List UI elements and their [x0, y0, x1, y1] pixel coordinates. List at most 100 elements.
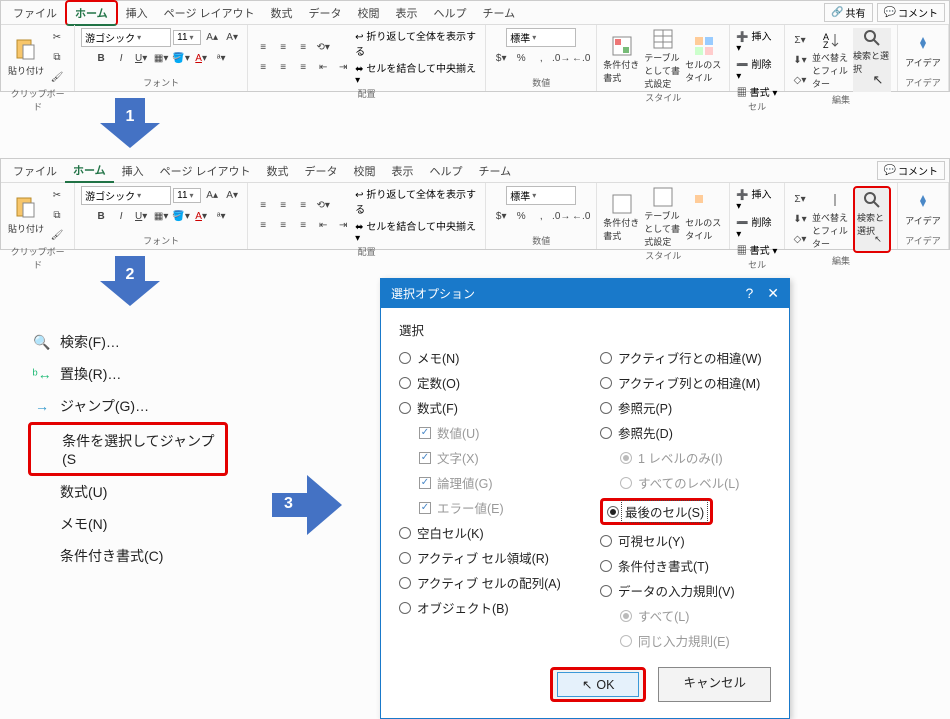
orientation-button[interactable]: ⟲▾	[314, 38, 332, 56]
pct2[interactable]: %	[512, 207, 530, 225]
tab-view[interactable]: 表示	[388, 2, 426, 24]
menu-goto-special[interactable]: 条件を選択してジャンプ(S	[28, 422, 228, 476]
border-2[interactable]: ▦▾	[152, 207, 170, 225]
com2[interactable]: ,	[532, 207, 550, 225]
tab-data-2[interactable]: データ	[297, 160, 346, 182]
cancel-button[interactable]: キャンセル	[658, 667, 771, 702]
indent-inc-button[interactable]: ⇥	[334, 58, 352, 76]
tab-team-2[interactable]: チーム	[471, 160, 520, 182]
ok-button[interactable]: ↖ OK	[557, 672, 640, 697]
percent-button[interactable]: %	[512, 49, 530, 67]
comma-button[interactable]: ,	[532, 49, 550, 67]
comment-button-2[interactable]: 💬 コメント	[877, 161, 945, 180]
phonetic-button[interactable]: ᵃ▾	[212, 49, 230, 67]
cur2[interactable]: $▾	[492, 207, 510, 225]
number-format-combo[interactable]: 標準	[506, 28, 576, 47]
ar[interactable]: ≡	[294, 216, 312, 234]
radio-current-region[interactable]: アクティブ セル領域(R)	[399, 545, 570, 570]
tab-view-2[interactable]: 表示	[384, 160, 422, 182]
radio-constants[interactable]: 定数(O)	[399, 370, 570, 395]
tab-help[interactable]: ヘルプ	[426, 2, 475, 24]
italic-2[interactable]: I	[112, 207, 130, 225]
font-size-combo-2[interactable]: 11	[173, 188, 201, 203]
paste-button[interactable]: 貼り付け	[7, 37, 45, 77]
am[interactable]: ≡	[274, 196, 292, 214]
dialog-help-button[interactable]: ?	[745, 285, 753, 302]
clear-button[interactable]: ◇▾	[791, 71, 809, 89]
ii[interactable]: ⇥	[334, 216, 352, 234]
tab-insert[interactable]: 挿入	[118, 2, 156, 24]
format-painter-button[interactable]: 🖌	[48, 68, 66, 86]
decrease-font-button[interactable]: A▾	[223, 29, 241, 47]
ab[interactable]: ≡	[294, 196, 312, 214]
fillcolor-2[interactable]: 🪣▾	[172, 207, 190, 225]
clr2[interactable]: ◇▾	[791, 231, 809, 249]
copy-button-2[interactable]: ⧉	[48, 206, 66, 224]
cell-styles-button[interactable]: セルのスタイル	[685, 35, 723, 84]
wrap-text-button[interactable]: ↩ 折り返して全体を表示する	[355, 28, 479, 58]
phonetic-2[interactable]: ᵃ▾	[212, 207, 230, 225]
cond-2[interactable]: 条件付き書式	[603, 193, 641, 242]
cs-2[interactable]: セルのスタイル	[685, 193, 723, 242]
paste-button-2[interactable]: 貼り付け	[7, 195, 45, 235]
align-bottom-button[interactable]: ≡	[294, 38, 312, 56]
radio-notes[interactable]: メモ(N)	[399, 345, 570, 370]
cut-button-2[interactable]: ✂	[48, 186, 66, 204]
currency-button[interactable]: $▾	[492, 49, 510, 67]
idc2[interactable]: .0→	[552, 207, 570, 225]
font-color-button[interactable]: A▾	[192, 49, 210, 67]
radio-validation[interactable]: データの入力規則(V)	[600, 578, 771, 603]
tab-home[interactable]: ホーム	[65, 0, 118, 26]
align-middle-button[interactable]: ≡	[274, 38, 292, 56]
find-select-button-2[interactable]: 検索と選択 ↖	[853, 186, 891, 253]
ideas-2[interactable]: アイデア	[904, 193, 942, 227]
radio-current-array[interactable]: アクティブ セルの配列(A)	[399, 570, 570, 595]
radio-blanks[interactable]: 空白セル(K)	[399, 520, 570, 545]
radio-dependents[interactable]: 参照先(D)	[600, 420, 771, 445]
tab-home-2[interactable]: ホーム	[65, 159, 114, 183]
increase-font-2[interactable]: A▴	[203, 187, 221, 205]
tab-formulas[interactable]: 数式	[263, 2, 301, 24]
id[interactable]: ⇤	[314, 216, 332, 234]
al[interactable]: ≡	[254, 216, 272, 234]
underline-2[interactable]: U▾	[132, 207, 150, 225]
font-name-combo[interactable]: 游ゴシック	[81, 28, 171, 47]
sort-filter-button[interactable]: AZ 並べ替えとフィルター	[812, 30, 850, 90]
tab-file-2[interactable]: ファイル	[5, 160, 65, 182]
sum2[interactable]: Σ▾	[791, 191, 809, 209]
align-right-button[interactable]: ≡	[294, 58, 312, 76]
cut-button[interactable]: ✂	[48, 28, 66, 46]
ddc2[interactable]: ←.0	[572, 207, 590, 225]
tbl-2[interactable]: テーブルとして書式設定	[644, 186, 682, 248]
bold-2[interactable]: B	[92, 207, 110, 225]
radio-col-diff[interactable]: アクティブ列との相違(M)	[600, 370, 771, 395]
indent-dec-button[interactable]: ⇤	[314, 58, 332, 76]
bold-button[interactable]: B	[92, 49, 110, 67]
radio-objects[interactable]: オブジェクト(B)	[399, 595, 570, 620]
tab-data[interactable]: データ	[301, 2, 350, 24]
copy-button[interactable]: ⧉	[48, 48, 66, 66]
conditional-format-button[interactable]: 条件付き書式	[603, 35, 641, 84]
share-button[interactable]: 🔗 共有	[824, 3, 872, 22]
insert-cells-button[interactable]: ➕ 挿入 ▾	[736, 28, 778, 54]
radio-last-cell-input[interactable]	[607, 506, 619, 518]
ideas-button[interactable]: アイデア	[904, 35, 942, 69]
align-top-button[interactable]: ≡	[254, 38, 272, 56]
tab-page-layout[interactable]: ページ レイアウト	[156, 2, 263, 24]
radio-precedents[interactable]: 参照元(P)	[600, 395, 771, 420]
radio-formulas[interactable]: 数式(F)	[399, 395, 570, 420]
format-as-table-button[interactable]: テーブルとして書式設定	[644, 28, 682, 90]
tab-formulas-2[interactable]: 数式	[259, 160, 297, 182]
increase-font-button[interactable]: A▴	[203, 29, 221, 47]
italic-button[interactable]: I	[112, 49, 130, 67]
orient[interactable]: ⟲▾	[314, 196, 332, 214]
align-left-button[interactable]: ≡	[254, 58, 272, 76]
merge-2[interactable]: ⬌ セルを結合して中央揃え ▾	[355, 218, 479, 244]
del2[interactable]: ➖ 削除 ▾	[736, 214, 778, 240]
radio-visible[interactable]: 可視セル(Y)	[600, 528, 771, 553]
tab-help-2[interactable]: ヘルプ	[422, 160, 471, 182]
radio-condformat[interactable]: 条件付き書式(T)	[600, 553, 771, 578]
radio-row-diff[interactable]: アクティブ行との相違(W)	[600, 345, 771, 370]
font-size-combo[interactable]: 11	[173, 30, 201, 45]
dialog-close-button[interactable]: ✕	[767, 285, 779, 302]
